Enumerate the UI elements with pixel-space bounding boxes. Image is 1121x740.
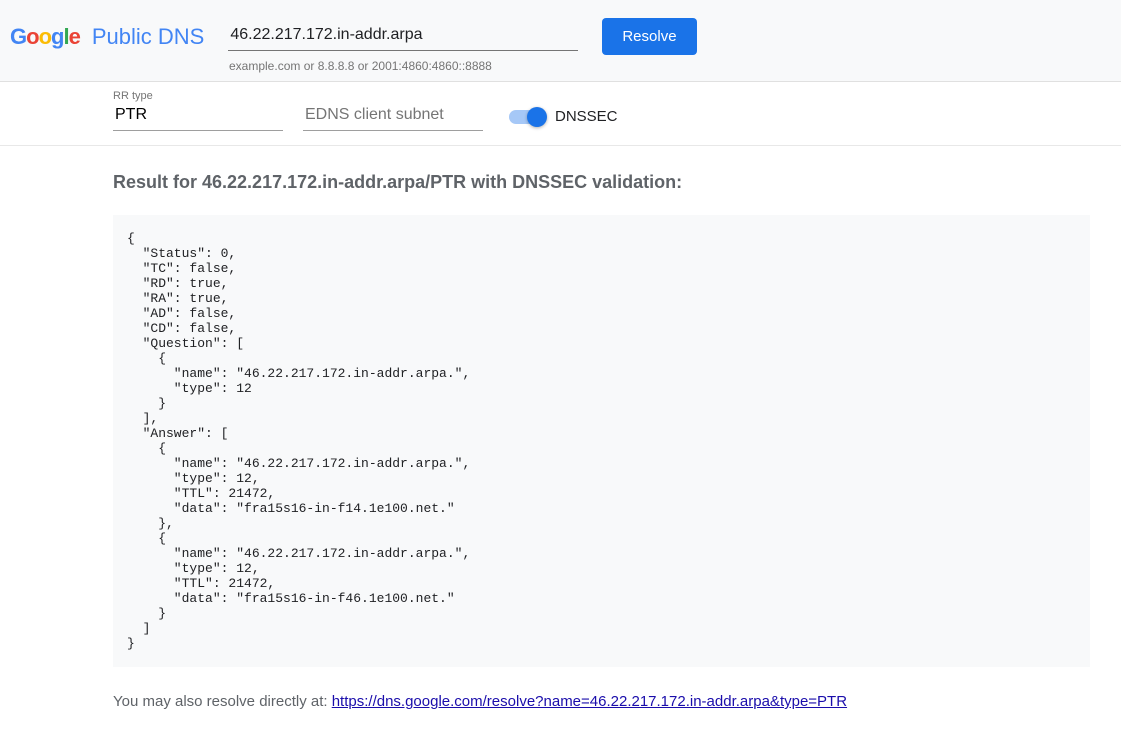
- product-name: Public DNS: [92, 24, 204, 50]
- edns-subnet-input[interactable]: [303, 102, 483, 131]
- footer-line: You may also resolve directly at: https:…: [113, 693, 1090, 710]
- footer-prefix: You may also resolve directly at:: [113, 693, 332, 710]
- domain-hint: example.com or 8.8.8.8 or 2001:4860:4860…: [229, 59, 1111, 73]
- dnssec-toggle[interactable]: [509, 110, 545, 124]
- content-area: Result for 46.22.217.172.in-addr.arpa/PT…: [0, 146, 1100, 740]
- controls-row: DNSSEC: [113, 102, 1111, 131]
- result-json: { "Status": 0, "TC": false, "RD": true, …: [113, 215, 1090, 667]
- controls-bar: RR type DNSSEC: [0, 82, 1121, 146]
- dnssec-control: DNSSEC: [509, 108, 618, 125]
- dnssec-label: DNSSEC: [555, 108, 618, 125]
- result-title: Result for 46.22.217.172.in-addr.arpa/PT…: [113, 172, 1090, 193]
- header-row: Google Public DNS Resolve: [10, 18, 1111, 55]
- toggle-knob-icon: [527, 107, 547, 127]
- google-logo: Google: [10, 24, 80, 50]
- domain-input[interactable]: [228, 22, 578, 51]
- rr-type-input[interactable]: [113, 102, 283, 131]
- rr-type-label: RR type: [113, 90, 1111, 102]
- resolve-direct-link[interactable]: https://dns.google.com/resolve?name=46.2…: [332, 693, 847, 710]
- header-bar: Google Public DNS Resolve example.com or…: [0, 0, 1121, 82]
- resolve-button[interactable]: Resolve: [602, 18, 696, 55]
